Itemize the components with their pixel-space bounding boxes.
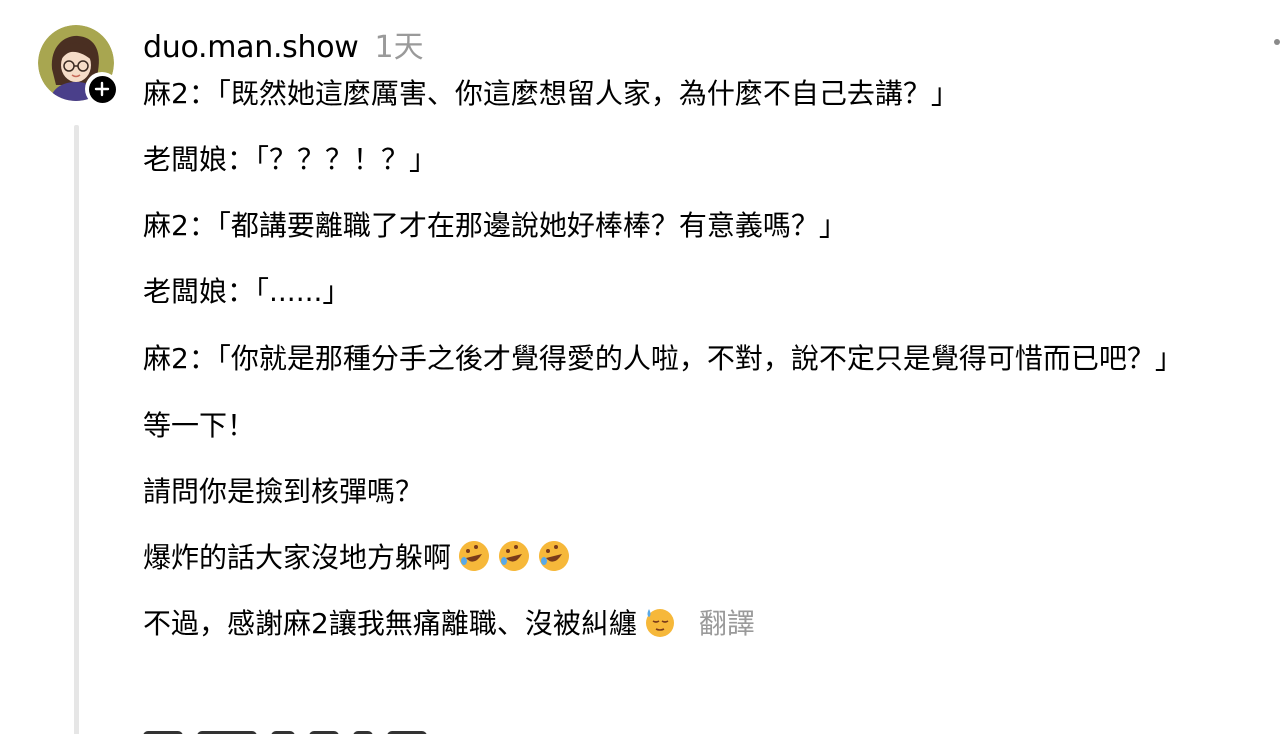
more-dots-icon[interactable] bbox=[1274, 39, 1280, 45]
comment-post: duo.man.show 1天 麻2：「既然她這麼厲害、你這麼想留人家，為什麼不… bbox=[0, 0, 1280, 734]
post-line: 老闆娘：「？？？！？」 bbox=[143, 143, 438, 176]
post-line: 老闆娘：「......」 bbox=[143, 275, 351, 308]
rolling-on-floor-laughing-emoji bbox=[459, 541, 490, 571]
post-line: 請問你是撿到核彈嗎？ bbox=[143, 475, 424, 508]
post-line: 麻2：「既然她這麼厲害、你這麼想留人家，為什麼不自己去講？」 bbox=[143, 77, 959, 110]
avatar-container[interactable] bbox=[38, 25, 120, 107]
relieved-sweat-emoji bbox=[645, 609, 674, 637]
post-header: duo.man.show 1天 bbox=[143, 22, 424, 65]
post-body: 麻2：「既然她這麼厲害、你這麼想留人家，為什麼不自己去講？」 老闆娘：「？？？！… bbox=[143, 72, 1271, 668]
post-line: 等一下！ bbox=[143, 409, 256, 442]
post-line-with-emoji: 爆炸的話大家沒地方躲啊 bbox=[143, 536, 1271, 580]
translate-link[interactable]: 翻譯 bbox=[699, 607, 755, 640]
post-line-with-emoji: 不過，感謝麻2讓我無痛離職、沒被糾纏 翻譯 bbox=[143, 602, 1271, 646]
thread-line bbox=[74, 125, 79, 734]
action-bar-partial bbox=[143, 726, 643, 734]
follow-button[interactable] bbox=[85, 72, 119, 106]
post-line-text: 不過，感謝麻2讓我無痛離職、沒被糾纏 bbox=[143, 607, 637, 640]
post-line: 麻2：「都講要離職了才在那邊說她好棒棒？有意義嗎？」 bbox=[143, 209, 847, 242]
username-link[interactable]: duo.man.show bbox=[143, 30, 359, 65]
rolling-on-floor-laughing-emoji bbox=[499, 541, 530, 571]
timestamp: 1天 bbox=[374, 30, 424, 65]
post-line-text: 爆炸的話大家沒地方躲啊 bbox=[143, 541, 452, 574]
rolling-on-floor-laughing-emoji bbox=[539, 541, 570, 571]
post-line: 麻2：「你就是那種分手之後才覺得愛的人啦，不對，說不定只是覺得可惜而已吧？」 bbox=[143, 342, 1183, 375]
plus-icon bbox=[88, 75, 116, 103]
